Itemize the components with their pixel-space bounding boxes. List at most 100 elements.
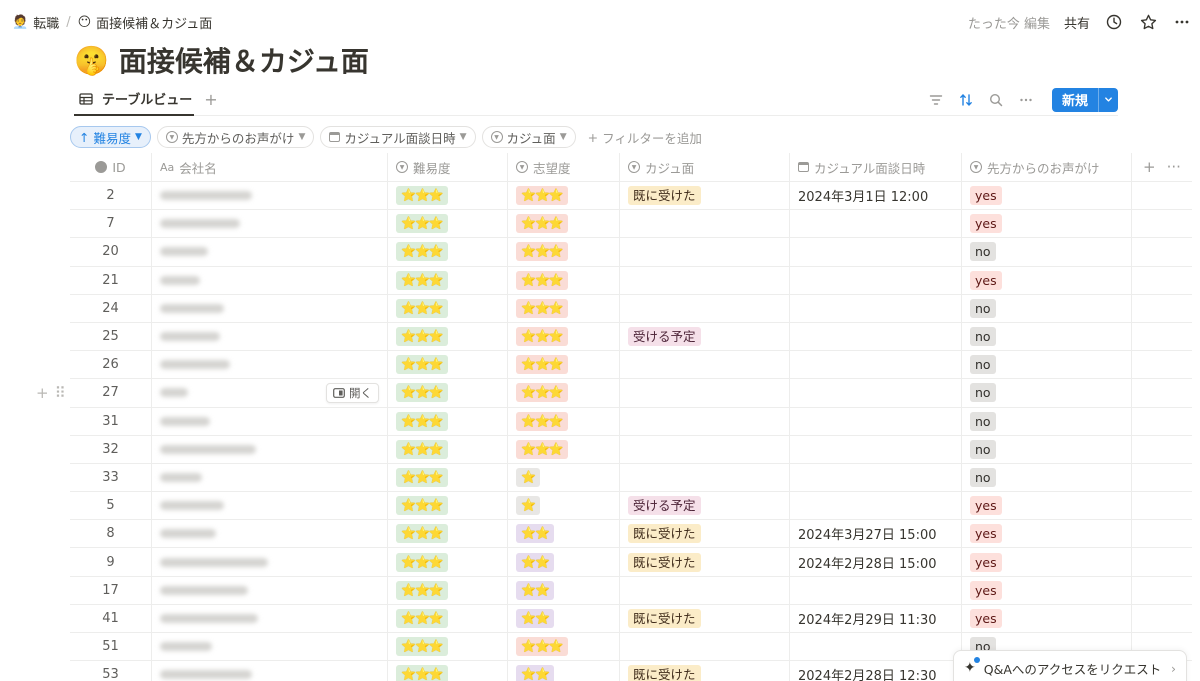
cell-id[interactable]: 51 (70, 633, 152, 661)
cell-desire[interactable]: ⭐⭐⭐ (508, 435, 620, 463)
column-header-id[interactable]: ID (70, 153, 152, 181)
cell-id[interactable]: 21 (70, 266, 152, 294)
cell-date[interactable]: 2024年2月28日 12:30 (790, 661, 962, 681)
column-header-call[interactable]: ▼ 先方からのお声がけ (962, 153, 1132, 181)
cell-desire[interactable]: ⭐ (508, 463, 620, 492)
cell-kaju[interactable]: 受ける予定 (620, 322, 790, 351)
cell-desire[interactable]: ⭐⭐ (508, 661, 620, 681)
cell-company-name[interactable] (152, 182, 388, 210)
cell-date[interactable] (790, 379, 962, 407)
sort-icon[interactable] (956, 90, 976, 110)
filter-chip-call[interactable]: ▼ 先方からのお声がけ ▼ (156, 126, 315, 148)
cell-call[interactable]: yes (962, 266, 1132, 294)
cell-date[interactable] (790, 435, 962, 463)
cell-call[interactable]: yes (962, 576, 1132, 604)
column-header-difficulty[interactable]: ▼ 難易度 (388, 153, 508, 181)
cell-date[interactable] (790, 210, 962, 238)
table-row[interactable]: 21 ⭐⭐⭐ ⭐⭐⭐ yes (70, 266, 1192, 295)
cell-id[interactable]: 25 (70, 322, 152, 351)
open-row-button[interactable]: 開く (326, 383, 379, 404)
column-header-desire[interactable]: ▼ 志望度 (508, 153, 620, 181)
cell-date[interactable]: 2024年3月1日 12:00 (790, 182, 962, 210)
cell-date[interactable] (790, 633, 962, 661)
table-row[interactable]: 25 ⭐⭐⭐ ⭐⭐⭐ 受ける予定 no (70, 322, 1192, 352)
breadcrumb-item-job-change[interactable]: 🧑‍💼 転職 (8, 11, 63, 34)
cell-call[interactable]: yes (962, 548, 1132, 576)
cell-company-name[interactable] (152, 463, 388, 492)
cell-desire[interactable]: ⭐⭐⭐ (508, 351, 620, 379)
cell-desire[interactable]: ⭐⭐ (508, 520, 620, 548)
table-row[interactable]: 41 ⭐⭐⭐ ⭐⭐ 既に受けた 2024年2月29日 11:30 yes (70, 604, 1192, 633)
cell-difficulty[interactable]: ⭐⭐⭐ (388, 351, 508, 379)
table-row[interactable]: 5 ⭐⭐⭐ ⭐ 受ける予定 yes (70, 492, 1192, 521)
cell-kaju[interactable] (620, 379, 790, 407)
cell-company-name[interactable] (152, 520, 388, 548)
cell-difficulty[interactable]: ⭐⭐⭐ (388, 407, 508, 435)
cell-difficulty[interactable]: ⭐⭐⭐ (388, 266, 508, 294)
cell-date[interactable] (790, 238, 962, 266)
cell-company-name[interactable] (152, 576, 388, 604)
cell-call[interactable]: no (962, 407, 1132, 435)
clock-icon[interactable] (1104, 12, 1124, 32)
cell-call[interactable]: no (962, 351, 1132, 379)
cell-call[interactable]: no (962, 463, 1132, 492)
cell-desire[interactable]: ⭐⭐ (508, 576, 620, 604)
table-row[interactable]: 24 ⭐⭐⭐ ⭐⭐⭐ no (70, 294, 1192, 323)
tab-table-view[interactable]: テーブルビュー (74, 84, 195, 116)
cell-kaju[interactable] (620, 633, 790, 661)
cell-desire[interactable]: ⭐⭐⭐ (508, 407, 620, 435)
cell-desire[interactable]: ⭐⭐⭐ (508, 238, 620, 266)
cell-company-name[interactable] (152, 604, 388, 632)
cell-id[interactable]: 53 (70, 661, 152, 681)
cell-id[interactable]: 9 (70, 548, 152, 576)
more-icon[interactable] (1016, 90, 1036, 110)
cell-difficulty[interactable]: ⭐⭐⭐ (388, 604, 508, 632)
cell-difficulty[interactable]: ⭐⭐⭐ (388, 548, 508, 576)
cell-company-name[interactable]: 開く (152, 379, 388, 407)
cell-difficulty[interactable]: ⭐⭐⭐ (388, 294, 508, 322)
table-row[interactable]: 8 ⭐⭐⭐ ⭐⭐ 既に受けた 2024年3月27日 15:00 yes (70, 520, 1192, 549)
cell-id[interactable]: 17 (70, 576, 152, 604)
cell-difficulty[interactable]: ⭐⭐⭐ (388, 633, 508, 661)
cell-kaju[interactable]: 受ける予定 (620, 492, 790, 520)
cell-desire[interactable]: ⭐⭐ (508, 604, 620, 632)
add-view-button[interactable]: + (204, 90, 217, 109)
cell-call[interactable]: yes (962, 210, 1132, 238)
cell-desire[interactable]: ⭐⭐⭐ (508, 266, 620, 294)
add-filter-button[interactable]: + フィルターを追加 (582, 128, 708, 147)
cell-company-name[interactable] (152, 238, 388, 266)
table-row[interactable]: 17 ⭐⭐⭐ ⭐⭐ yes (70, 576, 1192, 605)
add-row-icon[interactable]: + (36, 384, 49, 402)
cell-difficulty[interactable]: ⭐⭐⭐ (388, 379, 508, 407)
cell-date[interactable] (790, 576, 962, 604)
table-row[interactable]: 9 ⭐⭐⭐ ⭐⭐ 既に受けた 2024年2月28日 15:00 yes (70, 548, 1192, 577)
last-edited-text[interactable]: たった今 編集 (968, 13, 1050, 32)
filter-icon[interactable] (926, 90, 946, 110)
table-row[interactable]: 20 ⭐⭐⭐ ⭐⭐⭐ no (70, 238, 1192, 267)
cell-difficulty[interactable]: ⭐⭐⭐ (388, 463, 508, 492)
breadcrumb-item-current[interactable]: 😶 面接候補＆カジュ面 (74, 11, 217, 34)
cell-id[interactable]: 32 (70, 435, 152, 463)
filter-chip-date[interactable]: カジュアル面談日時 ▼ (320, 126, 476, 148)
cell-desire[interactable]: ⭐ (508, 492, 620, 520)
page-title[interactable]: 🤫 面接候補＆カジュ面 (74, 42, 369, 79)
cell-call[interactable]: yes (962, 520, 1132, 548)
cell-difficulty[interactable]: ⭐⭐⭐ (388, 520, 508, 548)
cell-id[interactable]: 26 (70, 351, 152, 379)
cell-difficulty[interactable]: ⭐⭐⭐ (388, 435, 508, 463)
cell-desire[interactable]: ⭐⭐⭐ (508, 182, 620, 210)
cell-date[interactable]: 2024年2月28日 15:00 (790, 548, 962, 576)
cell-kaju[interactable] (620, 576, 790, 604)
chevron-down-icon[interactable] (1098, 87, 1118, 112)
cell-id[interactable]: 27 (70, 379, 152, 407)
cell-company-name[interactable] (152, 661, 388, 681)
cell-kaju[interactable] (620, 294, 790, 322)
cell-company-name[interactable] (152, 492, 388, 520)
column-header-name[interactable]: Aa 会社名 (152, 153, 388, 181)
cell-desire[interactable]: ⭐⭐⭐ (508, 322, 620, 351)
cell-kaju[interactable]: 既に受けた (620, 661, 790, 681)
cell-kaju[interactable] (620, 351, 790, 379)
cell-kaju[interactable] (620, 238, 790, 266)
cell-id[interactable]: 8 (70, 520, 152, 548)
cell-date[interactable] (790, 322, 962, 351)
